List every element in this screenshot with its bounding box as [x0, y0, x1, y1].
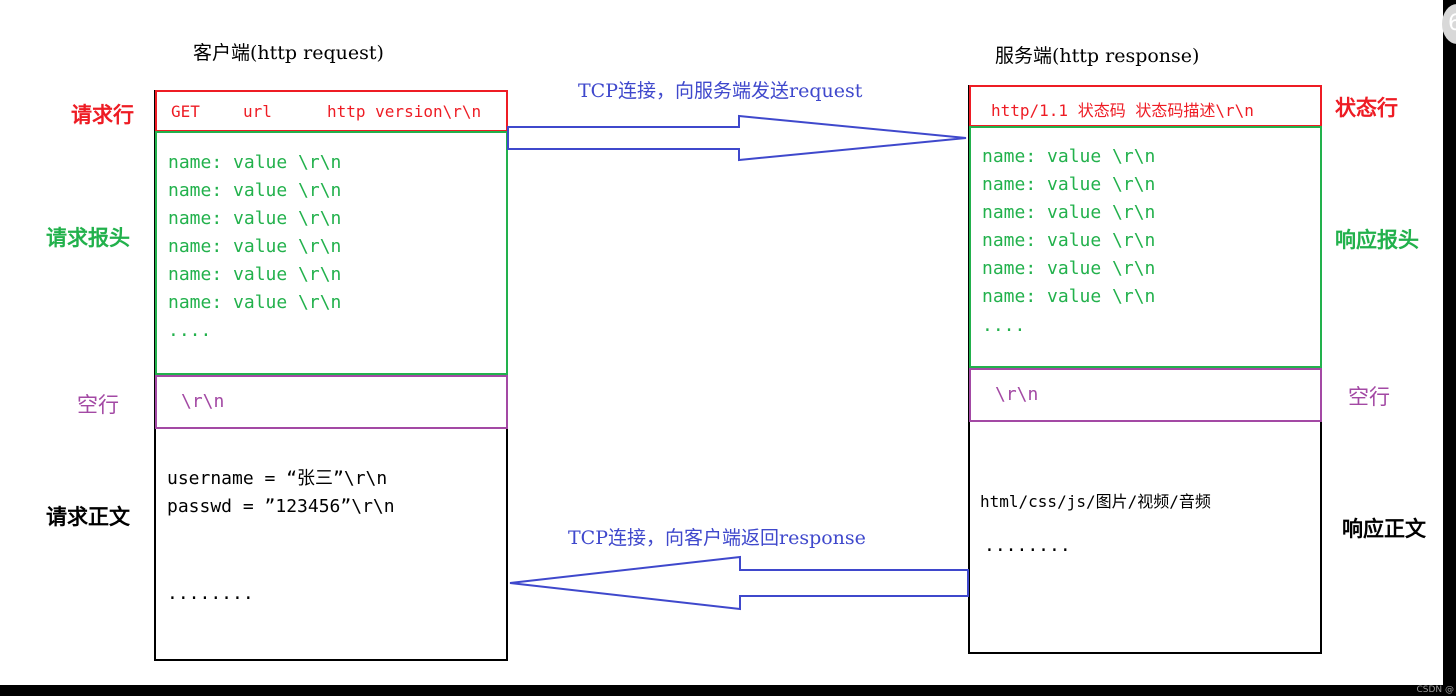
http-diagram: 客户端(http request) 服务端(http response) 请求行… — [0, 0, 1443, 685]
response-arrow — [509, 555, 969, 611]
arrows-layer — [507, 114, 969, 611]
request-arrow — [507, 114, 967, 162]
watermark: CSDN @ — [1416, 685, 1454, 695]
corner-badge: 6 — [1442, 4, 1456, 44]
